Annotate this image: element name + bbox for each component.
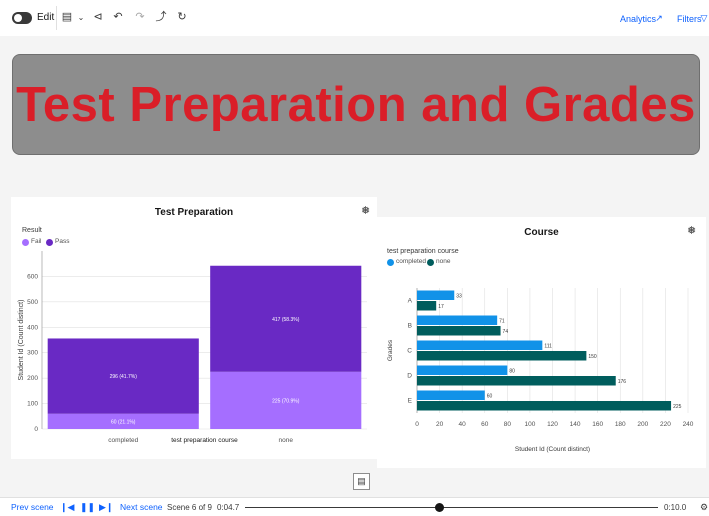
y-tick-label: 300 xyxy=(27,350,38,357)
bar-D-none xyxy=(417,376,616,386)
top-toolbar: Edit ▤ ⌄ ⊲ ↶ ↷ ⤴ ↻ Analytics ↗ Filters ▽ xyxy=(0,0,709,36)
data-label: 417 (58.3%) xyxy=(272,317,300,323)
skip-to-end-icon[interactable]: ▶❙ xyxy=(99,501,113,513)
x-axis-title: test preparation course xyxy=(171,437,238,444)
x-tick-label: 180 xyxy=(615,421,626,428)
bar-C-completed xyxy=(417,340,543,350)
bar-B-none xyxy=(417,326,501,336)
test-preparation-widget[interactable]: Test Preparation ❅ Result Fail Pass 0 100… xyxy=(11,197,377,459)
x-tick-label: 140 xyxy=(570,421,581,428)
bar-E-none xyxy=(417,401,672,411)
refresh-icon[interactable]: ↻ xyxy=(175,11,189,24)
total-time: 0:10.0 xyxy=(664,503,687,512)
analytics-button[interactable]: Analytics xyxy=(620,13,656,25)
y-tick-label: A xyxy=(408,298,413,305)
data-label: 60 (21.1%) xyxy=(111,419,136,425)
x-tick-label: 20 xyxy=(436,421,444,428)
scene-indicator: Scene 6 of 9 xyxy=(167,503,212,512)
redo-icon[interactable]: ↷ xyxy=(133,11,147,24)
x-tick-label: 220 xyxy=(660,421,671,428)
y-tick-label: 400 xyxy=(27,324,38,331)
scrubber-track[interactable] xyxy=(245,507,658,508)
x-tick-label: 160 xyxy=(592,421,603,428)
data-label: 60 xyxy=(487,393,493,399)
bar-C-none xyxy=(417,351,587,361)
y-tick-label: E xyxy=(408,398,413,405)
data-label: 225 xyxy=(673,404,682,410)
analytics-icon[interactable]: ↗ xyxy=(652,12,666,25)
bar-A-completed xyxy=(417,290,455,300)
banner-title: Test Preparation and Grades xyxy=(16,77,696,132)
settings-icon[interactable]: ⚙ xyxy=(700,501,708,513)
filters-button[interactable]: Filters xyxy=(677,13,702,25)
course-widget[interactable]: Course ❅ test preparation course complet… xyxy=(377,217,706,468)
x-tick-label: 240 xyxy=(683,421,694,428)
title-banner: Test Preparation and Grades xyxy=(12,54,700,155)
scene-playback-bar: Prev scene ❙◀ ❚❚ ▶❙ Next scene Scene 6 o… xyxy=(0,497,709,516)
data-label: 111 xyxy=(544,343,552,349)
y-axis-title: Grades xyxy=(387,339,394,361)
x-tick-label: 0 xyxy=(415,421,419,428)
x-tick-label: 40 xyxy=(459,421,467,428)
bar-B-completed xyxy=(417,315,498,325)
data-label: 176 xyxy=(618,379,627,385)
data-label: 225 (70.9%) xyxy=(272,398,300,404)
page-icon[interactable]: ▤ xyxy=(353,473,370,490)
y-axis-title: Student Id (Count distinct) xyxy=(18,300,25,381)
bar-E-completed xyxy=(417,390,485,400)
y-tick-label: C xyxy=(407,348,412,355)
horizontal-bar-chart[interactable]: 0 20 40 60 80 100 120 140 160 180 200 220 240 33 17 A 71… xyxy=(377,217,706,468)
x-axis-title: Student Id (Count distinct) xyxy=(515,446,590,453)
x-tick-label: none xyxy=(279,437,294,444)
x-tick-label: 60 xyxy=(481,421,489,428)
filter-icon[interactable]: ▽ xyxy=(699,12,709,25)
x-tick-label: 200 xyxy=(637,421,648,428)
pause-icon[interactable]: ❚❚ xyxy=(80,501,95,513)
data-label: 33 xyxy=(456,293,462,299)
x-tick-label: completed xyxy=(108,437,138,444)
chevron-down-icon[interactable]: ⌄ xyxy=(74,11,88,24)
current-time: 0:04.7 xyxy=(217,503,240,512)
x-tick-label: 120 xyxy=(547,421,558,428)
bar-D-completed xyxy=(417,365,508,375)
bar-A-none xyxy=(417,301,437,311)
data-label: 71 xyxy=(499,318,505,324)
undo-icon[interactable]: ↶ xyxy=(111,11,125,24)
pin-icon[interactable]: ⤴ xyxy=(154,11,168,24)
y-tick-label: 0 xyxy=(34,426,38,433)
y-tick-label: 200 xyxy=(27,375,38,382)
toolbar-divider xyxy=(56,6,57,30)
y-tick-label: D xyxy=(407,373,412,380)
edit-label[interactable]: Edit xyxy=(37,12,54,24)
edit-toggle[interactable] xyxy=(12,12,32,24)
x-tick-label: 80 xyxy=(504,421,512,428)
share-icon[interactable]: ⊲ xyxy=(91,11,105,24)
document-icon[interactable]: ▤ xyxy=(60,11,74,24)
skip-to-start-icon[interactable]: ❙◀ xyxy=(60,501,74,513)
y-tick-label: 500 xyxy=(27,299,38,306)
y-tick-label: B xyxy=(408,323,412,330)
data-label: 80 xyxy=(509,368,515,374)
scrubber-handle[interactable] xyxy=(434,503,444,512)
y-tick-label: 100 xyxy=(27,401,38,408)
prev-scene-button[interactable]: Prev scene xyxy=(11,502,54,513)
data-label: 17 xyxy=(438,304,444,310)
x-tick-label: 100 xyxy=(524,421,535,428)
y-tick-label: 600 xyxy=(27,273,38,280)
data-label: 74 xyxy=(503,329,509,335)
stacked-bar-chart[interactable]: 0 100 200 300 400 500 600 60 (21.1%) 296 (41.7%)… xyxy=(11,197,377,459)
data-label: 296 (41.7%) xyxy=(110,374,138,380)
next-scene-button[interactable]: Next scene xyxy=(120,502,163,513)
data-label: 150 xyxy=(588,354,597,360)
